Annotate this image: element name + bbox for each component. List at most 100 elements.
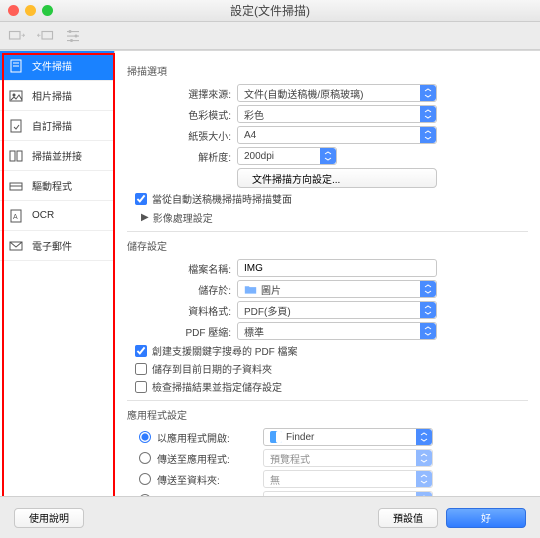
source-select[interactable]: 文件(自動送稿機/原稿玻璃) xyxy=(237,84,437,102)
sidebar-item-label: 相片掃描 xyxy=(32,88,72,103)
stitch-icon xyxy=(8,149,24,163)
window-title: 設定(文件掃描) xyxy=(0,2,540,19)
check-results-checkbox[interactable] xyxy=(135,381,147,393)
footer: 使用說明 預設值 好 xyxy=(0,496,540,538)
app-settings-heading: 應用程式設定 xyxy=(127,407,528,422)
divider xyxy=(127,231,528,232)
attach-email-radio[interactable] xyxy=(139,494,151,496)
document-icon xyxy=(8,59,24,73)
format-label: 資料格式: xyxy=(127,303,237,318)
open-with-app-radio[interactable] xyxy=(139,431,151,443)
date-subfolder-label: 儲存到目前日期的子資料夾 xyxy=(152,361,272,376)
sidebar-item-label: 掃描並拼接 xyxy=(32,148,82,163)
open-with-app-value: Finder xyxy=(286,432,314,443)
sidebar-item-ocr[interactable]: A OCR xyxy=(0,201,114,231)
sidebar-item-label: 電子郵件 xyxy=(32,238,72,253)
folder-icon xyxy=(244,284,257,295)
sidebar-item-label: 驅動程式 xyxy=(32,178,72,193)
sidebar-item-label: 文件掃描 xyxy=(32,58,72,73)
image-processing-label: 影像處理設定 xyxy=(153,210,213,225)
computer-to-scanner-icon[interactable] xyxy=(36,27,54,45)
help-button[interactable]: 使用說明 xyxy=(14,508,84,528)
sidebar-item-photo-scan[interactable]: 相片掃描 xyxy=(0,81,114,111)
pdf-compression-select[interactable]: 標準 xyxy=(237,322,437,340)
chevron-updown-icon xyxy=(320,148,336,164)
resolution-label: 解析度: xyxy=(127,149,237,164)
main-panel: 掃描選項 選擇來源: 文件(自動送稿機/原稿玻璃) 色彩模式: 彩色 紙張大小:… xyxy=(115,51,540,496)
searchable-pdf-checkbox[interactable] xyxy=(135,345,147,357)
send-to-folder-radio[interactable] xyxy=(139,473,151,485)
sidebar-item-custom-scan[interactable]: 自訂掃描 xyxy=(0,111,114,141)
color-mode-select[interactable]: 彩色 xyxy=(237,105,437,123)
source-value: 文件(自動送稿機/原稿玻璃) xyxy=(244,86,363,101)
mail-icon xyxy=(8,239,24,253)
orientation-settings-button[interactable]: 文件掃描方向設定... xyxy=(237,168,437,188)
save-location-label: 儲存於: xyxy=(127,282,237,297)
send-to-app-value: 預覽程式 xyxy=(270,451,310,466)
duplex-label: 當從自動送稿機掃描時掃描雙面 xyxy=(152,191,292,206)
open-with-app-label: 以應用程式開啟: xyxy=(157,430,257,445)
chevron-updown-icon xyxy=(416,450,432,466)
paper-size-select[interactable]: A4 xyxy=(237,126,437,144)
color-label: 色彩模式: xyxy=(127,107,237,122)
titlebar: 設定(文件掃描) xyxy=(0,0,540,22)
filename-dropdown-icon[interactable] xyxy=(439,259,455,277)
source-label: 選擇來源: xyxy=(127,86,237,101)
custom-icon xyxy=(8,119,24,133)
attach-email-label: 附加至電子郵件: xyxy=(157,493,257,497)
send-to-folder-value: 無 xyxy=(270,472,280,487)
driver-icon xyxy=(8,179,24,193)
triangle-right-icon: ▶ xyxy=(141,212,149,223)
send-to-app-select[interactable]: 預覽程式 xyxy=(263,449,433,467)
duplex-checkbox[interactable] xyxy=(135,193,147,205)
sidebar-item-driver[interactable]: 驅動程式 xyxy=(0,171,114,201)
save-settings-heading: 儲存設定 xyxy=(127,238,528,253)
toolbar xyxy=(0,22,540,50)
attach-email-select[interactable]: 無(手動附加) xyxy=(263,491,433,496)
sidebar-item-email[interactable]: 電子郵件 xyxy=(0,231,114,261)
chevron-updown-icon xyxy=(420,323,436,339)
settings-sliders-icon[interactable] xyxy=(64,27,82,45)
format-value: PDF(多頁) xyxy=(244,303,291,318)
ok-button[interactable]: 好 xyxy=(446,508,526,528)
filename-label: 檔案名稱: xyxy=(127,261,237,276)
send-to-app-radio[interactable] xyxy=(139,452,151,464)
chevron-updown-icon xyxy=(416,492,432,496)
folder-icon xyxy=(270,495,283,497)
date-subfolder-checkbox[interactable] xyxy=(135,363,147,375)
sidebar-item-document-scan[interactable]: 文件掃描 xyxy=(0,51,114,81)
pdf-compression-value: 標準 xyxy=(244,324,264,339)
send-to-folder-select[interactable]: 無 xyxy=(263,470,433,488)
divider xyxy=(127,400,528,401)
save-location-value: 圖片 xyxy=(261,282,281,297)
image-processing-disclosure[interactable]: ▶ 影像處理設定 xyxy=(141,210,528,225)
chevron-updown-icon xyxy=(416,471,432,487)
attach-email-value: 無(手動附加) xyxy=(287,493,344,497)
save-location-select[interactable]: 圖片 xyxy=(237,280,437,298)
defaults-button[interactable]: 預設值 xyxy=(378,508,438,528)
photo-icon xyxy=(8,89,24,103)
scan-options-heading: 掃描選項 xyxy=(127,63,528,78)
filename-input[interactable] xyxy=(237,259,437,277)
send-to-folder-label: 傳送至資料夾: xyxy=(157,472,257,487)
chevron-updown-icon xyxy=(420,281,436,297)
open-with-app-select[interactable]: Finder xyxy=(263,428,433,446)
check-results-label: 檢查掃描結果並指定儲存設定 xyxy=(152,379,282,394)
color-value: 彩色 xyxy=(244,107,264,122)
sidebar-item-scan-stitch[interactable]: 掃描並拼接 xyxy=(0,141,114,171)
paper-value: A4 xyxy=(244,130,256,141)
sidebar: 文件掃描 相片掃描 自訂掃描 掃描並拼接 驅動程式 A OCR xyxy=(0,51,115,496)
chevron-updown-icon xyxy=(420,85,436,101)
scanner-to-computer-icon[interactable] xyxy=(8,27,26,45)
chevron-updown-icon xyxy=(420,302,436,318)
pdf-compression-label: PDF 壓縮: xyxy=(127,324,237,339)
chevron-updown-icon xyxy=(420,127,436,143)
sidebar-item-label: OCR xyxy=(32,210,54,221)
searchable-pdf-label: 創建支援關鍵字搜尋的 PDF 檔案 xyxy=(152,343,298,358)
send-to-app-label: 傳送至應用程式: xyxy=(157,451,257,466)
resolution-value: 200dpi xyxy=(244,151,274,162)
ocr-icon: A xyxy=(8,209,24,223)
data-format-select[interactable]: PDF(多頁) xyxy=(237,301,437,319)
resolution-select[interactable]: 200dpi xyxy=(237,147,337,165)
svg-text:A: A xyxy=(13,214,18,221)
